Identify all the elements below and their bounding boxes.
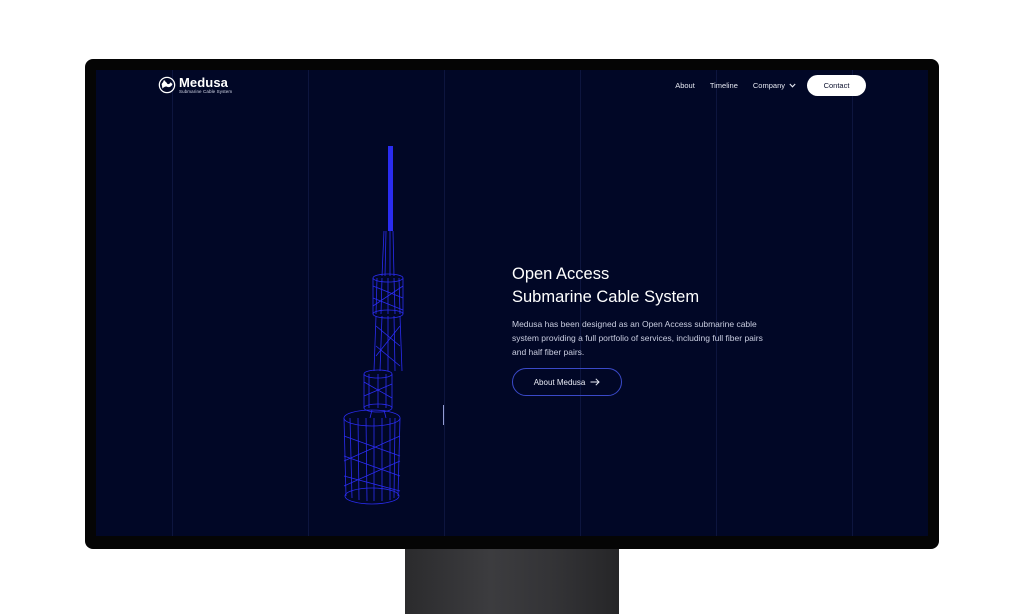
hero-title-line-2: Submarine Cable System (512, 287, 700, 306)
about-medusa-label: About Medusa (533, 377, 586, 387)
hero-title-line-1: Open Access (512, 265, 610, 283)
grid-line (308, 70, 309, 536)
nav-dropdown-label: Company (752, 81, 785, 90)
logo-title: Medusa (179, 75, 229, 90)
grid-line (172, 70, 173, 536)
hero-description: Medusa has been designed as an Open Acce… (512, 319, 763, 357)
grid-line (444, 70, 445, 536)
hero-title: Open Access Submarine Cable System (512, 263, 699, 308)
chevron-down-icon (789, 83, 796, 88)
logo-subtitle: Submarine Cable System (179, 89, 233, 94)
nav-link-about[interactable]: About (675, 81, 695, 90)
contact-button[interactable]: Contact (807, 75, 866, 96)
medusa-logo[interactable]: Medusa Submarine Cable System (158, 76, 232, 95)
globe-logo-icon (158, 76, 176, 94)
grid-line (716, 70, 717, 536)
monitor-stand (405, 545, 619, 614)
nav-dropdown-company[interactable]: Company (753, 81, 796, 90)
grid-line (852, 70, 853, 536)
about-medusa-button[interactable]: About Medusa (512, 368, 622, 396)
nav-link-timeline[interactable]: Timeline (710, 81, 738, 90)
arrow-right-icon (590, 378, 601, 386)
website-screen: Medusa Submarine Cable System About Time… (96, 70, 928, 536)
main-navigation: About Timeline Company Contact (675, 75, 866, 96)
submarine-cable-wireframe (343, 146, 404, 505)
scroll-indicator (443, 405, 444, 425)
